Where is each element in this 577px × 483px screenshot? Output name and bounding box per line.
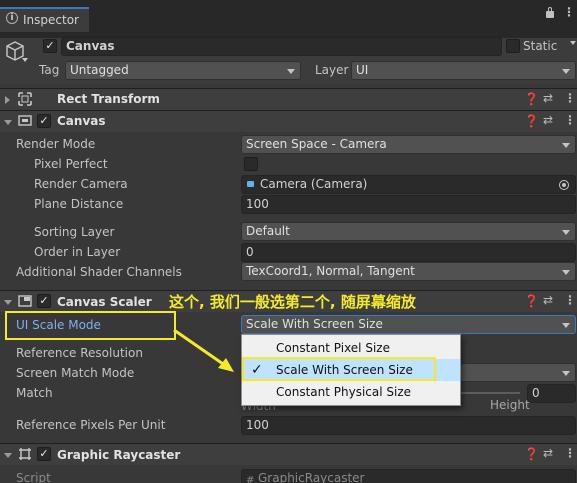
chevron-down-icon bbox=[287, 69, 295, 74]
collapsed-arrow-icon bbox=[5, 96, 10, 104]
object-picker-icon[interactable] bbox=[559, 180, 569, 190]
preset-sliders-icon[interactable]: ⇄ bbox=[543, 91, 553, 105]
canvas-scaler-enabled-checkbox[interactable]: ✓ bbox=[37, 294, 51, 308]
chevron-down-icon bbox=[562, 270, 570, 275]
chevron-down-icon bbox=[562, 69, 570, 74]
help-icon[interactable]: ❓ bbox=[524, 447, 539, 461]
sorting-layer-dropdown[interactable]: Default bbox=[241, 222, 576, 241]
graphic-raycaster-icon bbox=[19, 448, 31, 460]
annotation-text: 这个, 我们一般选第二个, 随屏幕缩放 bbox=[169, 293, 416, 311]
chevron-down-icon bbox=[562, 230, 570, 235]
tab-inspector-label: Inspector bbox=[23, 13, 79, 27]
plane-distance-field[interactable]: 100 bbox=[241, 195, 576, 214]
canvas-title: Canvas bbox=[57, 114, 106, 128]
chevron-down-icon bbox=[562, 371, 570, 376]
active-checkbox[interactable]: ✓ bbox=[43, 39, 57, 53]
object-name-field[interactable]: Canvas bbox=[61, 37, 502, 56]
order-in-layer-field[interactable]: 0 bbox=[241, 243, 576, 262]
ui-scale-mode-value: Scale With Screen Size bbox=[246, 317, 383, 331]
order-in-layer-label: Order in Layer bbox=[34, 245, 121, 259]
ui-scale-mode-dropdown[interactable]: Scale With Screen Size bbox=[241, 315, 576, 334]
graphic-raycaster-header[interactable]: ✓ Graphic Raycaster ❓ ⇄ ⋮ bbox=[0, 443, 577, 465]
static-dropdown-arrow[interactable] bbox=[570, 41, 576, 45]
match-slider-track[interactable] bbox=[460, 392, 520, 394]
help-icon[interactable]: ❓ bbox=[524, 294, 539, 308]
script-field: # GraphicRaycaster bbox=[241, 469, 576, 483]
shader-channels-value: TexCoord1, Normal, Tangent bbox=[246, 264, 415, 278]
kebab-menu-icon[interactable]: ⋮ bbox=[564, 293, 576, 307]
render-mode-dropdown[interactable]: Screen Space - Camera bbox=[241, 135, 576, 154]
canvas-scaler-title: Canvas Scaler bbox=[57, 295, 152, 309]
tab-bar: i Inspector ⋮ bbox=[0, 0, 577, 38]
kebab-menu-icon[interactable]: ⋮ bbox=[564, 446, 576, 460]
rect-transform-header[interactable]: Rect Transform ❓ ⇄ ⋮ bbox=[0, 88, 577, 110]
canvas-enabled-checkbox[interactable]: ✓ bbox=[37, 114, 51, 128]
icon-dropdown-arrow[interactable] bbox=[22, 58, 28, 62]
script-value: GraphicRaycaster bbox=[258, 471, 365, 483]
render-mode-label: Render Mode bbox=[16, 137, 96, 151]
reference-resolution-label: Reference Resolution bbox=[16, 346, 143, 360]
shader-channels-label: Additional Shader Channels bbox=[16, 265, 182, 279]
preset-sliders-icon[interactable]: ⇄ bbox=[543, 113, 553, 127]
expanded-arrow-icon bbox=[4, 300, 12, 305]
layer-label: Layer bbox=[315, 63, 349, 77]
render-camera-value: Camera (Camera) bbox=[260, 177, 368, 191]
graphic-raycaster-enabled-checkbox[interactable]: ✓ bbox=[37, 447, 51, 461]
layer-dropdown[interactable]: UI bbox=[351, 61, 576, 80]
info-icon: i bbox=[6, 12, 18, 24]
script-icon: # bbox=[246, 475, 255, 483]
canvas-icon bbox=[18, 115, 32, 126]
option-constant-pixel-size[interactable]: Constant Pixel Size bbox=[242, 337, 460, 359]
kebab-menu-icon[interactable]: ⋮ bbox=[564, 113, 576, 127]
render-camera-label: Render Camera bbox=[34, 177, 128, 191]
match-label: Match bbox=[16, 386, 53, 400]
kebab-menu-icon[interactable]: ⋮ bbox=[563, 6, 575, 18]
render-camera-field[interactable]: Camera (Camera) bbox=[241, 175, 576, 194]
canvas-component-header[interactable]: ✓ Canvas ❓ ⇄ ⋮ bbox=[0, 110, 577, 132]
height-label: Height bbox=[490, 398, 530, 412]
script-label: Script bbox=[16, 471, 51, 483]
ref-pixels-label: Reference Pixels Per Unit bbox=[16, 418, 166, 432]
expanded-arrow-icon bbox=[4, 120, 12, 125]
static-label: Static bbox=[523, 39, 558, 53]
option-constant-physical-size[interactable]: Constant Physical Size bbox=[242, 381, 460, 403]
render-mode-value: Screen Space - Camera bbox=[246, 137, 387, 151]
tab-inspector[interactable]: i Inspector bbox=[0, 7, 89, 32]
expanded-arrow-icon bbox=[4, 453, 12, 458]
camera-icon bbox=[247, 181, 254, 187]
static-checkbox[interactable] bbox=[506, 39, 520, 53]
tag-value: Untagged bbox=[70, 63, 129, 77]
annotation-option-highlight bbox=[242, 357, 436, 381]
screen-match-mode-dropdown[interactable] bbox=[460, 363, 576, 382]
annotation-arrow-icon bbox=[173, 328, 234, 372]
canvas-scaler-icon bbox=[18, 295, 32, 307]
lock-shackle bbox=[548, 7, 552, 12]
rect-transform-title: Rect Transform bbox=[57, 92, 160, 106]
help-icon[interactable]: ❓ bbox=[524, 114, 539, 128]
plane-distance-label: Plane Distance bbox=[34, 197, 124, 211]
object-header: ✓ Canvas Static Tag Untagged Layer UI bbox=[0, 37, 577, 84]
ref-pixels-field[interactable]: 100 bbox=[241, 416, 576, 435]
sorting-layer-label: Sorting Layer bbox=[34, 225, 115, 239]
layer-value: UI bbox=[356, 63, 369, 77]
graphic-raycaster-title: Graphic Raycaster bbox=[57, 448, 181, 462]
pixel-perfect-label: Pixel Perfect bbox=[34, 157, 108, 171]
preset-sliders-icon[interactable]: ⇄ bbox=[543, 446, 553, 460]
shader-channels-dropdown[interactable]: TexCoord1, Normal, Tangent bbox=[241, 262, 576, 281]
chevron-down-icon bbox=[562, 143, 570, 148]
lock-icon[interactable] bbox=[546, 11, 554, 18]
tag-label: Tag bbox=[39, 63, 60, 77]
chevron-down-icon bbox=[562, 323, 570, 328]
sorting-layer-value: Default bbox=[246, 224, 290, 238]
ui-scale-mode-label: UI Scale Mode bbox=[16, 318, 101, 332]
preset-sliders-icon[interactable]: ⇄ bbox=[543, 293, 553, 307]
match-field[interactable]: 0 bbox=[527, 384, 576, 403]
tag-dropdown[interactable]: Untagged bbox=[65, 61, 301, 80]
help-icon[interactable]: ❓ bbox=[524, 92, 539, 106]
screen-match-mode-label: Screen Match Mode bbox=[16, 366, 135, 380]
rect-transform-icon bbox=[18, 92, 32, 106]
kebab-menu-icon[interactable]: ⋮ bbox=[564, 91, 576, 105]
pixel-perfect-checkbox[interactable] bbox=[244, 157, 258, 171]
